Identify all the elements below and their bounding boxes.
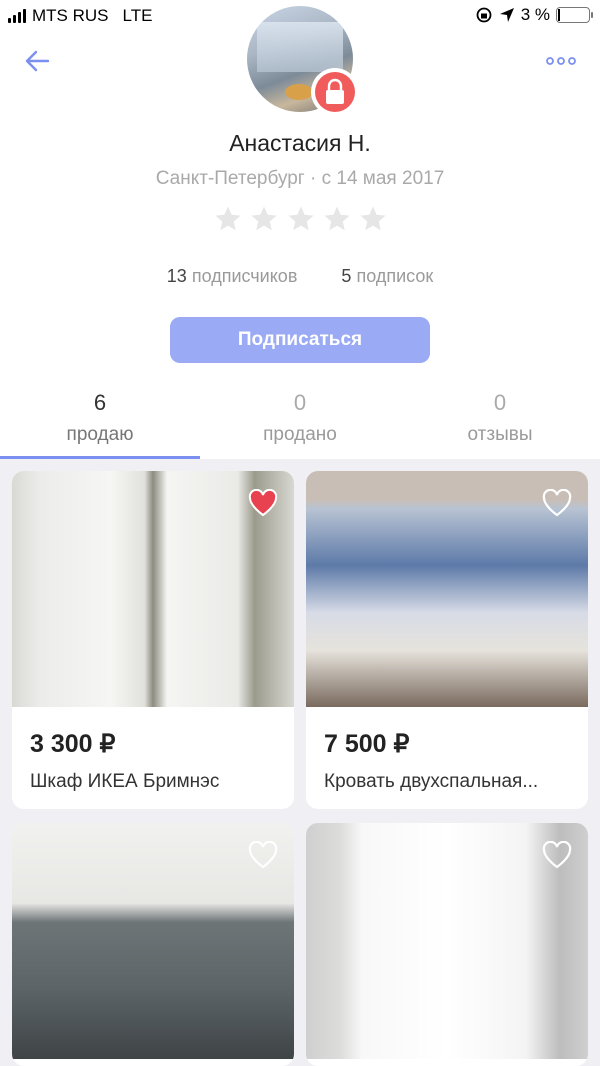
location-arrow-icon xyxy=(499,8,514,22)
tab-label: продаю xyxy=(66,424,134,445)
heart-icon[interactable] xyxy=(542,489,572,517)
listing-card[interactable] xyxy=(12,823,294,1066)
arrow-left-icon[interactable] xyxy=(22,46,52,76)
listing-photo xyxy=(306,471,588,707)
listing-photo xyxy=(306,823,588,1059)
profile-location-since: Санкт-Петербург · с 14 мая 2017 xyxy=(155,168,445,189)
orientation-lock-icon xyxy=(476,7,492,23)
battery-percent: 3 % xyxy=(520,5,550,24)
subscribe-button[interactable]: Подписаться xyxy=(170,317,430,363)
tab-reviews[interactable]: 0 отзывы xyxy=(400,386,600,458)
listings-grid: 3 300 ₽ Шкаф ИКЕА Бримнэс 7 500 ₽ Кроват… xyxy=(0,459,600,1066)
lock-icon xyxy=(326,78,344,104)
tab-sold[interactable]: 0 продано xyxy=(200,386,400,458)
listing-price: 3 300 ₽ xyxy=(30,730,116,758)
star-icon xyxy=(324,206,350,231)
following-link[interactable]: 5 подписок xyxy=(341,266,433,286)
heart-icon[interactable] xyxy=(542,841,572,869)
star-icon xyxy=(251,206,277,231)
listing-card[interactable]: 7 500 ₽ Кровать двухспальная... xyxy=(306,471,588,809)
followers-label: подписчиков xyxy=(191,266,298,286)
listing-photo xyxy=(12,471,294,707)
following-label: подписок xyxy=(356,266,434,286)
listing-title: Кровать двухспальная... xyxy=(324,771,539,792)
heart-icon[interactable] xyxy=(248,841,278,869)
more-dots-icon[interactable] xyxy=(544,48,578,74)
listing-card[interactable]: 3 300 ₽ Шкаф ИКЕА Бримнэс xyxy=(12,471,294,809)
followers-count: 13 xyxy=(166,266,187,286)
tab-count: 6 xyxy=(93,390,107,415)
listing-price: 7 500 ₽ xyxy=(324,730,410,758)
listing-card[interactable] xyxy=(306,823,588,1066)
battery-icon xyxy=(556,7,593,23)
tab-label: отзывы xyxy=(467,424,533,445)
listing-photo xyxy=(12,823,294,1059)
lock-badge xyxy=(311,68,359,116)
following-count: 5 xyxy=(341,266,352,286)
tab-count: 0 xyxy=(293,390,307,415)
profile-tabs: 6 продаю 0 продано 0 отзывы xyxy=(0,386,600,458)
follow-stats: 13 подписчиков 5 подписок xyxy=(0,266,600,287)
heart-icon[interactable] xyxy=(248,489,278,517)
tab-count: 0 xyxy=(493,390,507,415)
tab-label: продано xyxy=(263,424,337,445)
star-icon xyxy=(288,206,313,231)
star-icon xyxy=(360,206,386,231)
rating-stars xyxy=(213,204,388,236)
star-icon xyxy=(215,206,241,231)
tab-selling[interactable]: 6 продаю xyxy=(0,386,200,458)
profile-name: Анастасия Н. xyxy=(229,130,371,156)
listing-title: Шкаф ИКЕА Бримнэс xyxy=(30,771,220,792)
followers-link[interactable]: 13 подписчиков xyxy=(167,266,303,286)
